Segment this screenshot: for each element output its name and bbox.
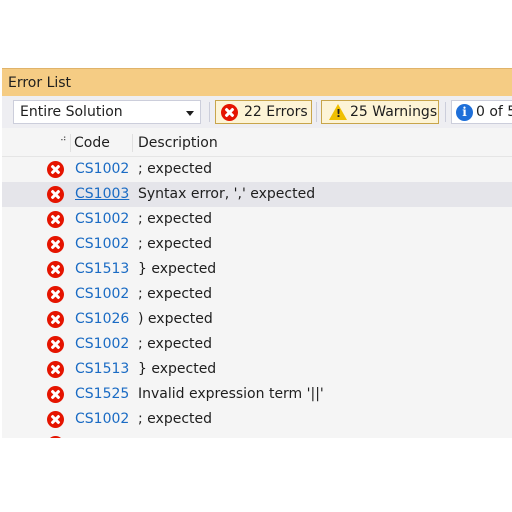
error-description: ; expected [138,236,213,252]
error-circle-icon [47,211,64,228]
error-circle-icon [47,386,64,403]
error-code-link[interactable]: CS1002 [75,161,129,177]
warnings-filter-button[interactable]: ! 25 Warnings [321,100,439,124]
error-list-panel: Error List Entire Solution 22 Errors ! 2… [2,68,512,438]
toolbar-separator [316,102,317,122]
toolbar-separator [209,102,210,122]
column-header-code[interactable]: Code [74,135,110,151]
panel-title: Error List [8,75,72,91]
column-divider[interactable] [132,134,133,152]
error-circle-icon [47,236,64,253]
error-circle-icon [47,411,64,428]
scope-dropdown[interactable]: Entire Solution [13,100,201,124]
error-code-link[interactable]: CS1002 [75,211,129,227]
error-description: ; expected [138,336,213,352]
error-description: } expected [138,361,217,377]
error-row[interactable]: CS1002 ; expected [2,232,512,257]
info-circle-icon: i [456,104,473,121]
warnings-filter-label: 25 Warnings [350,104,438,120]
warning-exclamation-glyph: ! [336,107,342,120]
error-description: ) expected [138,311,213,327]
error-code-link[interactable]: CS1513 [75,361,129,377]
error-circle-icon [47,436,64,438]
errors-filter-button[interactable]: 22 Errors [215,100,312,124]
chevron-down-icon [186,111,194,116]
messages-filter-label: 0 of 5 [476,104,512,120]
sort-icon[interactable]: ⠴ [60,134,67,144]
error-circle-icon [47,186,64,203]
column-header-row: ⠴ Code Description [2,130,512,157]
error-circle-icon [47,286,64,303]
error-circle-icon [221,104,238,121]
error-row[interactable]: CS1002 ; expected [2,207,512,232]
error-circle-icon [47,336,64,353]
error-description: ; expected [138,211,213,227]
error-description: ; expected [138,161,213,177]
error-row-partial[interactable] [2,432,512,438]
toolbar-separator [445,102,446,122]
error-row[interactable]: CS1002 ; expected [2,282,512,307]
error-description: ; expected [138,286,213,302]
error-code-link[interactable]: CS1525 [75,386,129,402]
error-circle-icon [47,361,64,378]
error-list-toolbar: Entire Solution 22 Errors ! 25 Warnings … [2,96,512,128]
error-row[interactable]: CS1002 ; expected [2,407,512,432]
error-row[interactable]: CS1026 ) expected [2,307,512,332]
error-circle-icon [47,161,64,178]
error-code-link[interactable]: CS1002 [75,286,129,302]
error-rows: CS1002 ; expected CS1003 Syntax error, '… [2,157,512,438]
error-row[interactable]: CS1002 ; expected [2,157,512,182]
error-row-selected[interactable]: CS1003 Syntax error, ',' expected [2,182,512,207]
column-header-description[interactable]: Description [138,135,218,151]
error-description: Invalid expression term '||' [138,386,324,402]
error-circle-icon [47,311,64,328]
errors-filter-label: 22 Errors [244,104,308,120]
error-row[interactable]: CS1002 ; expected [2,332,512,357]
error-code-link[interactable]: CS1003 [75,186,129,202]
error-row[interactable]: CS1513 } expected [2,257,512,282]
scope-value: Entire Solution [20,104,123,120]
error-description: ; expected [138,411,213,427]
error-row[interactable]: CS1525 Invalid expression term '||' [2,382,512,407]
error-circle-icon [47,261,64,278]
error-code-link[interactable]: CS1002 [75,236,129,252]
error-description: } expected [138,261,217,277]
error-code-link[interactable]: CS1002 [75,336,129,352]
error-description: Syntax error, ',' expected [138,186,316,202]
error-code-link[interactable]: CS1002 [75,411,129,427]
error-row[interactable]: CS1513 } expected [2,357,512,382]
column-divider[interactable] [70,134,71,152]
error-code-link[interactable]: CS1026 [75,311,129,327]
title-bar: Error List [2,68,512,96]
error-code-link[interactable]: CS1513 [75,261,129,277]
messages-filter-button[interactable]: i 0 of 5 [451,100,512,124]
